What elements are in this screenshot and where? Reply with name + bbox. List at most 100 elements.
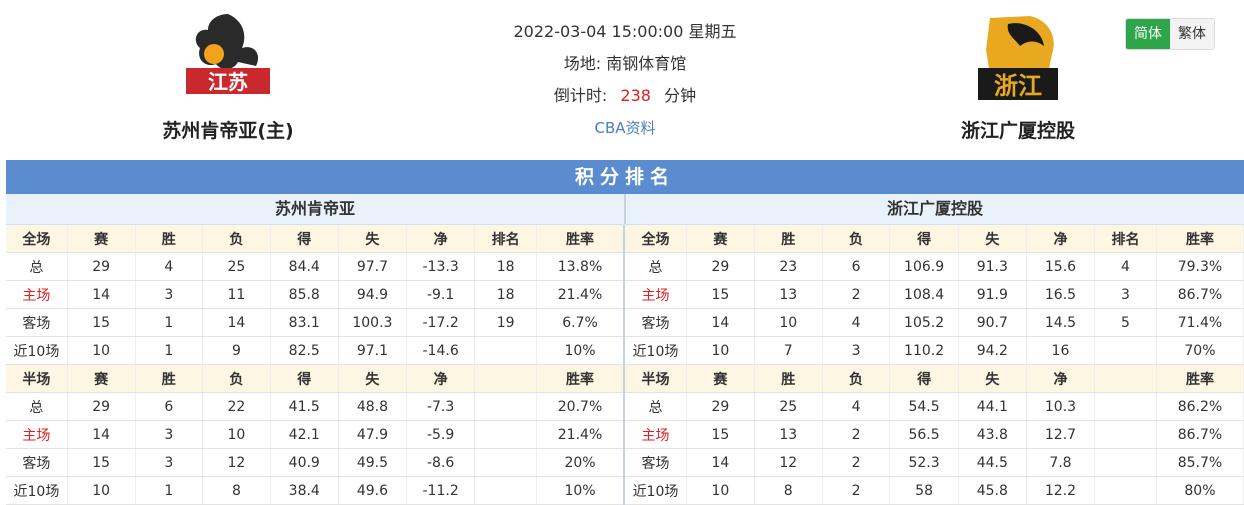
table-cell: 14 bbox=[202, 308, 271, 337]
table-cell bbox=[474, 364, 538, 393]
table-cell: 3 bbox=[135, 420, 204, 449]
table-row: 近10场 10 1 9 82.5 97.1 -14.6 10% bbox=[6, 336, 625, 365]
language-switch: 简体 繁体 bbox=[1125, 18, 1215, 50]
table-cell: 10 bbox=[754, 308, 823, 337]
table-cell: 14 bbox=[686, 308, 755, 337]
venue-label: 场地: bbox=[563, 54, 602, 73]
table-cell: 胜 bbox=[754, 364, 823, 393]
simplified-chinese-button[interactable]: 简体 bbox=[1126, 19, 1170, 49]
table-cell: 失 bbox=[958, 364, 1027, 393]
table-cell: 10% bbox=[536, 476, 625, 505]
table-row: 客场 15 3 12 40.9 49.5 -8.6 20% bbox=[6, 448, 625, 477]
table-cell: 总 bbox=[625, 392, 687, 421]
table-cell: 71.4% bbox=[1156, 308, 1244, 337]
table-cell: 12.7 bbox=[1026, 420, 1096, 449]
table-row: 客场 14 12 2 52.3 44.5 7.8 85.7% bbox=[625, 448, 1244, 477]
table-cell: 净 bbox=[406, 364, 476, 393]
table-cell: 44.1 bbox=[958, 392, 1027, 421]
table-cell: 14 bbox=[67, 420, 136, 449]
away-standings-team: 浙江广厦控股 bbox=[886, 199, 983, 218]
table-row: 总 29 23 6 106.9 91.3 15.6 4 79.3% bbox=[625, 252, 1244, 281]
table-cell: 近10场 bbox=[6, 336, 68, 365]
table-cell: 12.2 bbox=[1026, 476, 1096, 505]
table-cell: 排名 bbox=[474, 225, 538, 253]
table-cell: 半场 bbox=[6, 364, 68, 393]
table-cell: 3 bbox=[135, 280, 204, 309]
away-standings-table: 全场赛胜负得失净排名 胜率总 29 23 6 106.9 91.3 15.6 4 79.3% 主场 1… bbox=[625, 225, 1244, 505]
table-cell: 近10场 bbox=[6, 476, 68, 505]
home-team[interactable]: 江苏 苏州肯帝亚(主) bbox=[118, 10, 338, 143]
table-cell: 5 bbox=[1094, 308, 1157, 337]
table-cell: 总 bbox=[6, 392, 68, 421]
table-cell: 14.5 bbox=[1026, 308, 1096, 337]
table-cell: 净 bbox=[406, 225, 476, 253]
table-cell: 20% bbox=[536, 448, 625, 477]
table-cell: -8.6 bbox=[406, 448, 476, 477]
table-cell: 赛 bbox=[67, 225, 136, 253]
table-cell: 49.6 bbox=[338, 476, 408, 505]
table-cell: 15 bbox=[67, 308, 136, 337]
table-cell: 8 bbox=[754, 476, 823, 505]
table-cell: 82.5 bbox=[270, 336, 339, 365]
countdown-value: 238 bbox=[620, 86, 651, 105]
table-cell: 3 bbox=[135, 448, 204, 477]
table-header-full: 全场赛胜负得失净排名 胜率 bbox=[625, 225, 1244, 253]
table-cell: 半场 bbox=[625, 364, 687, 393]
table-cell: 赛 bbox=[686, 225, 755, 253]
table-cell: 70% bbox=[1156, 336, 1244, 365]
table-cell: 13 bbox=[754, 280, 823, 309]
table-row: 近10场 10 8 2 58 45.8 12.2 80% bbox=[625, 476, 1244, 505]
table-cell bbox=[474, 476, 538, 505]
table-cell: 20.7% bbox=[536, 392, 625, 421]
svg-text:江苏: 江苏 bbox=[208, 70, 248, 94]
table-cell: 负 bbox=[202, 225, 271, 253]
table-cell: 86.7% bbox=[1156, 280, 1244, 309]
table-cell bbox=[474, 448, 538, 477]
table-cell: 失 bbox=[338, 225, 408, 253]
table-cell: 105.2 bbox=[889, 308, 959, 337]
table-cell bbox=[1094, 448, 1157, 477]
table-cell: 40.9 bbox=[270, 448, 339, 477]
table-cell: -9.1 bbox=[406, 280, 476, 309]
countdown-label: 倒计时: bbox=[553, 86, 608, 105]
away-team[interactable]: 浙江 浙江广厦控股 bbox=[908, 10, 1128, 143]
home-standings-table: 全场赛胜负得失净排名 胜率总 29 4 25 84.4 97.7 -13.3 18 13.8% 主场… bbox=[6, 225, 625, 505]
table-cell: 25 bbox=[202, 252, 271, 281]
table-cell: 86.2% bbox=[1156, 392, 1244, 421]
table-cell: 赛 bbox=[686, 364, 755, 393]
svg-text:浙江: 浙江 bbox=[994, 72, 1042, 100]
cba-info-link[interactable]: CBA资料 bbox=[440, 112, 810, 144]
table-cell: 4 bbox=[822, 392, 891, 421]
table-cell: 97.1 bbox=[338, 336, 408, 365]
table-header-half: 半场赛胜负得失净 胜率 bbox=[6, 364, 625, 393]
table-cell: 失 bbox=[958, 225, 1027, 253]
standings-title: 积分排名 bbox=[6, 160, 1244, 194]
table-cell: 29 bbox=[686, 252, 755, 281]
traditional-chinese-button[interactable]: 繁体 bbox=[1170, 19, 1214, 49]
table-cell: 49.5 bbox=[338, 448, 408, 477]
table-cell: 净 bbox=[1026, 225, 1096, 253]
table-cell: 负 bbox=[822, 364, 891, 393]
table-cell: 4 bbox=[1094, 252, 1157, 281]
table-cell: 47.9 bbox=[338, 420, 408, 449]
table-cell: 79.3% bbox=[1156, 252, 1244, 281]
table-cell bbox=[1094, 392, 1157, 421]
home-team-logo: 江苏 bbox=[178, 10, 278, 106]
table-cell: 客场 bbox=[625, 448, 687, 477]
venue-name: 南钢体育馆 bbox=[606, 54, 687, 73]
table-cell bbox=[474, 392, 538, 421]
table-cell: 8 bbox=[202, 476, 271, 505]
table-cell: 主场 bbox=[6, 280, 68, 309]
table-cell: 18 bbox=[474, 280, 538, 309]
table-cell: -7.3 bbox=[406, 392, 476, 421]
table-cell: 56.5 bbox=[889, 420, 959, 449]
table-cell: 43.8 bbox=[958, 420, 1027, 449]
table-cell: 45.8 bbox=[958, 476, 1027, 505]
table-row: 总 29 4 25 84.4 97.7 -13.3 18 13.8% bbox=[6, 252, 625, 281]
table-cell: 7 bbox=[754, 336, 823, 365]
table-cell: -5.9 bbox=[406, 420, 476, 449]
table-cell: 54.5 bbox=[889, 392, 959, 421]
away-team-logo: 浙江 bbox=[968, 10, 1068, 106]
table-cell: 83.1 bbox=[270, 308, 339, 337]
table-cell: 3 bbox=[1094, 280, 1157, 309]
